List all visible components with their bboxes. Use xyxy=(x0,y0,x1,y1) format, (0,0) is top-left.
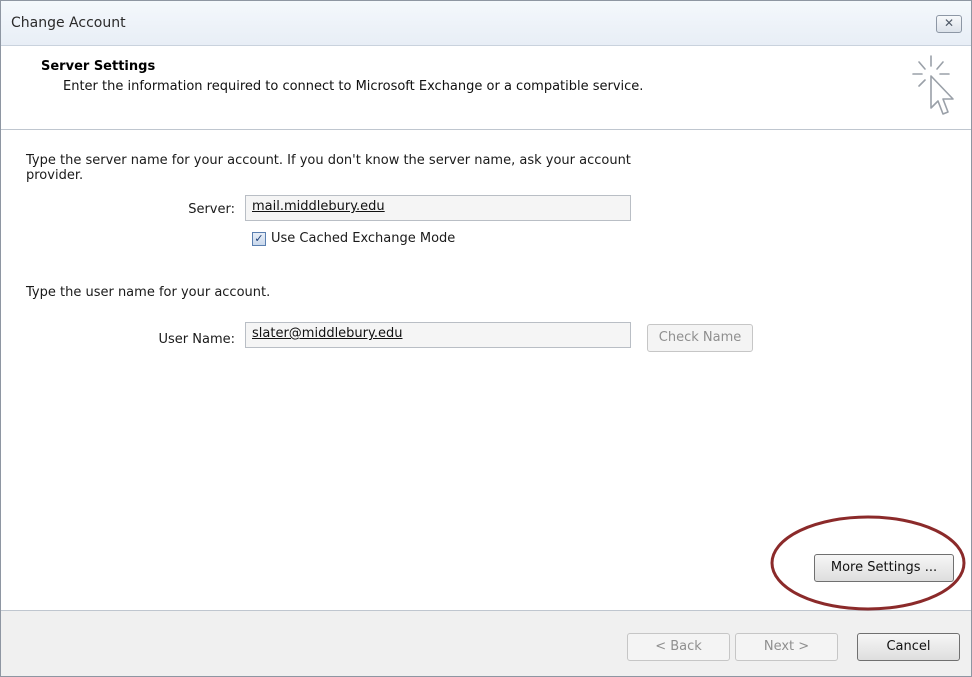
username-instruction: Type the user name for your account. xyxy=(26,285,271,300)
back-button[interactable]: < Back xyxy=(627,633,730,661)
username-label: User Name: xyxy=(158,332,236,347)
wizard-cursor-icon xyxy=(912,55,954,115)
username-input[interactable]: slater@middlebury.edu xyxy=(245,322,631,348)
server-input[interactable]: mail.middlebury.edu xyxy=(245,195,631,221)
close-button[interactable]: ✕ xyxy=(936,15,962,33)
change-account-dialog: Change Account ✕ Server Settings Enter t… xyxy=(0,0,972,677)
cached-mode-label[interactable]: Use Cached Exchange Mode xyxy=(271,231,455,246)
close-icon: ✕ xyxy=(943,16,955,30)
server-label: Server: xyxy=(188,202,235,217)
wizard-content: Type the server name for your account. I… xyxy=(1,130,971,611)
check-name-button[interactable]: Check Name xyxy=(647,324,753,352)
server-instruction: Type the server name for your account. I… xyxy=(26,153,631,183)
wizard-footer: < Back Next > Cancel xyxy=(1,611,971,676)
next-button[interactable]: Next > xyxy=(735,633,838,661)
checkmark-icon: ✓ xyxy=(254,232,264,245)
page-title: Server Settings xyxy=(41,59,156,74)
more-settings-button[interactable]: More Settings ... xyxy=(814,554,954,582)
window-title: Change Account xyxy=(11,15,126,31)
wizard-header: Server Settings Enter the information re… xyxy=(1,46,971,130)
title-bar: Change Account ✕ xyxy=(1,1,971,46)
cached-mode-checkbox[interactable]: ✓ xyxy=(252,232,266,246)
page-subtitle: Enter the information required to connec… xyxy=(63,79,644,94)
cancel-button[interactable]: Cancel xyxy=(857,633,960,661)
